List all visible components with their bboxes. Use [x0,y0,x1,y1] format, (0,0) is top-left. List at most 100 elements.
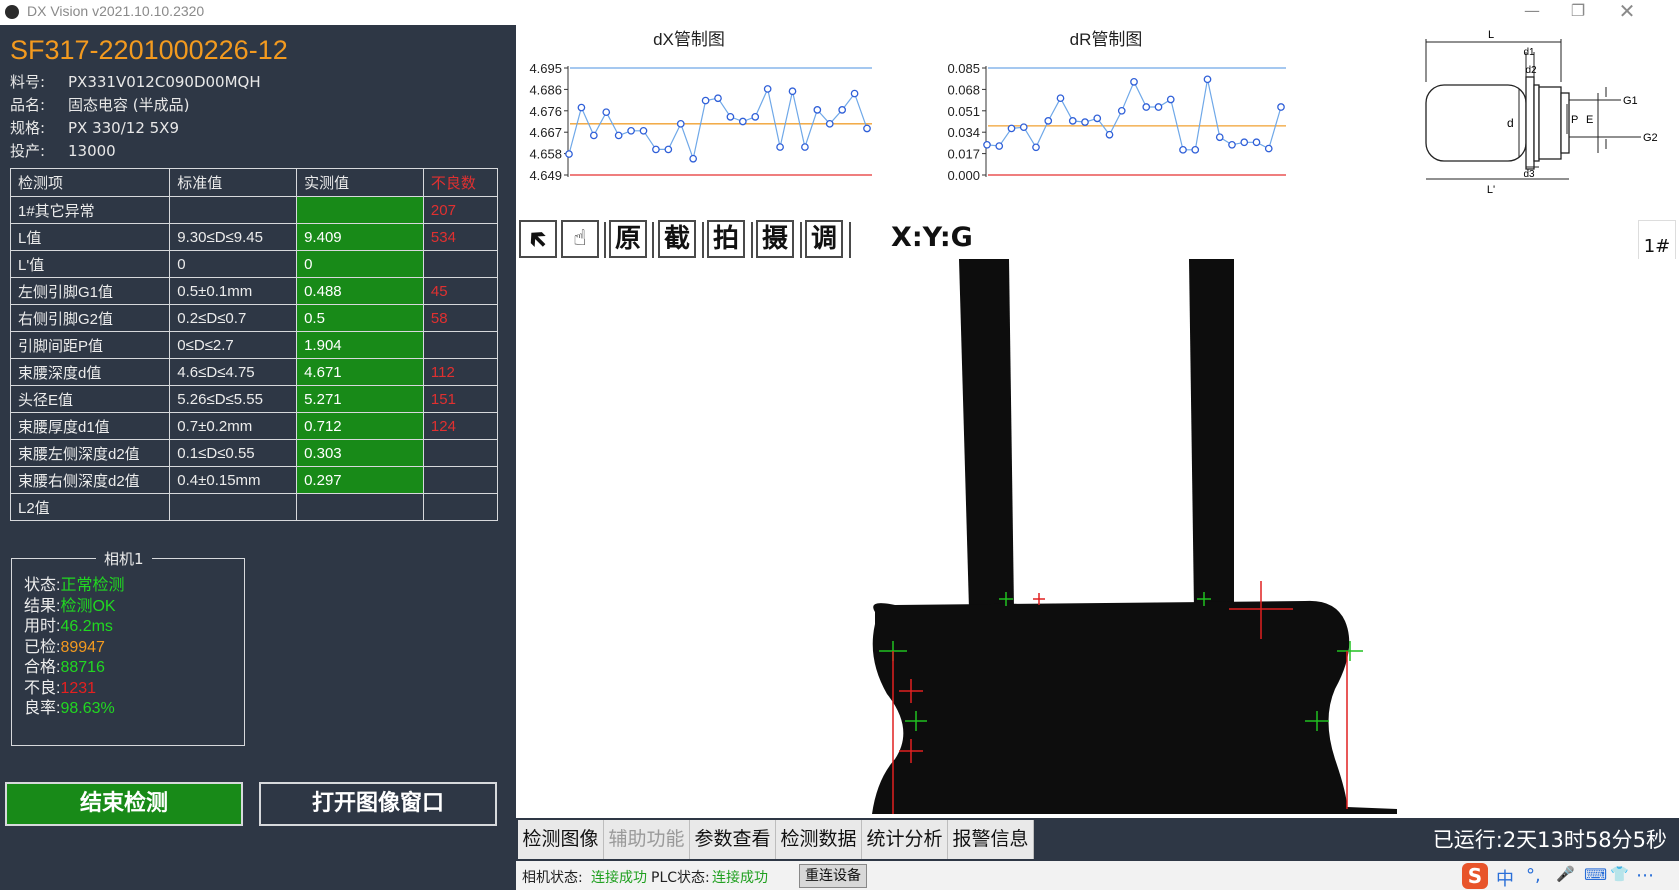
adjust-button[interactable]: 调 [805,220,843,258]
table-row: 束腰左侧深度d2值 0.1≤D≤0.55 0.303 [9,439,499,467]
crop-button[interactable]: 截 [658,220,696,258]
product-name: 固态电容 (半成品) [68,96,190,114]
close-icon[interactable]: ✕ [1604,0,1650,25]
ime-punctuation-icon[interactable]: °, [1526,865,1541,886]
camera-status-value: 连接成功 [591,870,647,886]
dimension-diagram: L d1 d2 d P E G1 G2 d3 L' [1425,29,1658,196]
row-item: L2值 [9,493,171,521]
row-item: 右侧引脚G2值 [9,304,171,332]
data-point [1240,138,1249,147]
row-defects: 58 [422,304,499,332]
row-defects [422,439,499,467]
status-bar: 相机状态: 连接成功 PLC状态: 连接成功 重连设备 S 中 °, 🎤 ⌨ 👕… [516,861,1679,890]
data-point [1264,144,1273,153]
arrow-pointer-icon[interactable]: 🡴 [519,220,557,258]
row-measured: 0 [296,250,424,278]
hand-icon[interactable]: ☝ [561,220,599,258]
data-point [776,143,784,151]
ime-logo-icon[interactable]: S [1462,863,1488,889]
row-standard [169,196,298,224]
info-row-product-name: 品名: 固态电容 (半成品) [10,96,190,114]
row-measured: 0.712 [296,412,424,440]
table-row: 束腰深度d值 4.6≤D≤4.75 4.671 112 [9,358,499,386]
info-row-spec: 规格: PX 330/12 5X9 [10,119,179,137]
ime-more-icon[interactable]: ⋯ [1636,865,1654,886]
row-standard: 0.2≤D≤0.7 [169,304,298,332]
stop-inspection-button[interactable]: 结束检测 [5,782,243,826]
minimize-icon[interactable]: — [1509,0,1555,25]
shoot-button[interactable]: 摄 [756,220,794,258]
chart-title: dR管制图 [1070,30,1143,49]
row-standard: 0≤D≤2.7 [169,331,298,359]
header-item: 检测项 [9,168,171,197]
row-standard: 0 [169,250,298,278]
row-defects [422,466,499,494]
table-row: 1#其它异常 207 [9,196,499,224]
row-measured: 0.297 [296,466,424,494]
info-row-quantity: 投产: 13000 [10,142,116,160]
data-point [1081,118,1089,126]
row-defects [422,493,499,521]
skin-icon[interactable]: 👕 [1610,865,1629,883]
product-code: SF317-2201000226-12 [10,35,288,65]
ime-chinese-icon[interactable]: 中 [1496,865,1514,891]
toolbar-separator [849,222,851,258]
data-point [788,87,797,96]
tab-1[interactable]: 辅助功能 [604,820,690,859]
row-standard [169,493,298,521]
row-standard: 0.5±0.1mm [169,277,298,305]
toolbar-separator [652,222,654,258]
row-defects: 534 [422,223,499,251]
data-point [738,117,747,126]
row-item: 头径E值 [9,385,171,413]
coordinate-readout: X:Y:G [891,222,973,253]
series-line [986,79,1282,151]
tab-0[interactable]: 检测图像 [518,820,604,859]
row-measured [296,196,424,224]
camera-stat-row: 良率:98.63% [24,694,115,718]
diagram-label-d: d [1507,116,1514,130]
data-point [639,126,648,135]
tab-5[interactable]: 报警信息 [948,820,1034,859]
microphone-icon[interactable]: 🎤 [1556,865,1575,883]
data-point [589,131,598,140]
table-row: 左侧引脚G1值 0.5±0.1mm 0.488 45 [9,277,499,305]
data-point [1007,124,1016,133]
restore-icon[interactable]: ❐ [1555,0,1601,25]
diagram-label-L: L [1488,29,1494,41]
toolbar-separator [702,222,704,258]
open-image-window-button[interactable]: 打开图像窗口 [259,782,497,826]
tab-4[interactable]: 统计分析 [862,820,948,859]
data-point [1032,143,1040,152]
image-viewer[interactable] [516,259,1676,819]
y-tick-label: 4.658 [529,147,562,162]
row-standard: 4.6≤D≤4.75 [169,358,298,386]
tab-2[interactable]: 参数查看 [690,820,776,859]
reconnect-device-button[interactable]: 重连设备 [799,864,867,888]
inspection-image[interactable] [617,259,1537,814]
data-point [627,126,635,135]
original-button[interactable]: 原 [609,220,647,258]
y-tick-label: 4.686 [529,82,562,97]
table-row: L值 9.30≤D≤9.45 9.409 534 [9,223,499,251]
data-point [577,103,586,112]
data-point [813,106,822,114]
diagram-label-d3: d3 [1523,169,1535,180]
keyboard-icon[interactable]: ⌨ [1584,865,1607,884]
row-defects: 124 [422,412,499,440]
uptime-display: 已运行:2天13时58分5秒 [1432,828,1667,852]
toolbar-separator [800,222,802,258]
control-charts: dX管制图 4.695 4.686 4.676 4.667 4.658 4.649 dR管制图… [516,25,1679,210]
camera-stat-label: 良率: [24,700,61,717]
spec-value: PX 330/12 5X9 [68,119,179,137]
row-standard: 0.4±0.15mm [169,466,298,494]
data-point [1019,123,1028,132]
plc-status-value: 连接成功 [712,870,768,886]
diagram-label-P: P [1571,114,1578,126]
row-defects: 207 [422,196,499,224]
row-item: 束腰右侧深度d2值 [9,466,171,494]
capture-button[interactable]: 拍 [707,220,745,258]
camera-status-box: 相机1 状态:正常检测 结果:检测OK 用时:46.2ms 已检:89947 合格:88… [11,548,245,746]
row-measured: 0.488 [296,277,424,305]
tab-3[interactable]: 检测数据 [776,820,862,859]
